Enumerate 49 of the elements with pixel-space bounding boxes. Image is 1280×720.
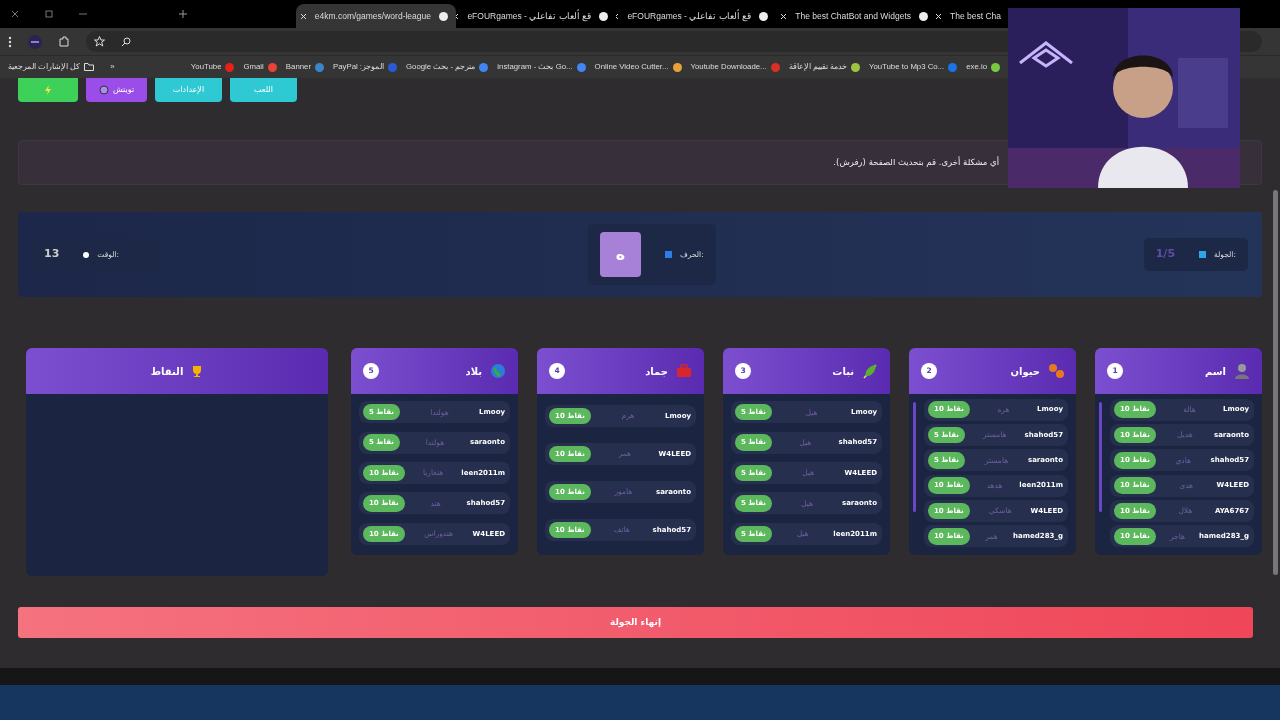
site-icon xyxy=(439,11,448,21)
scrollbar[interactable] xyxy=(1273,190,1278,575)
circle-icon xyxy=(98,85,109,95)
site-icon xyxy=(948,62,958,72)
dot-icon xyxy=(83,251,90,258)
site-icon xyxy=(770,62,780,72)
round-icon xyxy=(1199,251,1207,258)
toolbox-icon xyxy=(676,363,692,379)
browser-tab[interactable]: e4km.com/games/word-league xyxy=(296,4,456,28)
letter-icon xyxy=(665,251,673,258)
site-icon xyxy=(991,62,1000,72)
site-icon xyxy=(315,62,324,72)
notice-text: أي مشكلة أخرى. قم بتحديث الصفحة (رفرش). xyxy=(833,156,999,169)
top-button[interactable]: تويتش xyxy=(86,78,147,102)
browser-tab[interactable]: eFOURgames - قع ألعاب تفاعلي xyxy=(616,4,776,28)
site-icon xyxy=(599,11,608,21)
globe-icon xyxy=(490,363,506,379)
menu-icon[interactable] xyxy=(8,35,12,48)
restore-icon[interactable] xyxy=(44,9,54,19)
star-icon[interactable] xyxy=(94,36,105,47)
lightning-icon xyxy=(44,85,52,95)
scrollbar[interactable] xyxy=(913,402,916,512)
browser-tab[interactable]: The best ChatBot and Widgets xyxy=(776,4,936,28)
category-title: بلاد xyxy=(464,364,482,379)
person-icon xyxy=(1234,363,1250,379)
trophy-icon xyxy=(191,365,204,377)
site-icon xyxy=(919,11,928,21)
site-icon xyxy=(267,62,277,72)
new-tab-icon[interactable] xyxy=(178,9,188,19)
site-icon xyxy=(672,62,682,72)
browser-tab[interactable]: The best Cha xyxy=(936,4,1001,28)
category-title: جماد xyxy=(644,364,668,379)
site-icon xyxy=(850,62,860,72)
site-icon xyxy=(759,11,768,21)
profile-icon[interactable] xyxy=(28,34,42,49)
site-icon xyxy=(479,62,489,72)
paw-icon xyxy=(1048,363,1064,379)
site-icon xyxy=(388,62,398,72)
scrollbar[interactable] xyxy=(1099,402,1102,512)
site-icon xyxy=(576,62,586,72)
category-title: حيوان xyxy=(1009,364,1040,379)
category-title: اسم xyxy=(1203,364,1226,379)
leaf-icon xyxy=(862,363,878,379)
folder-icon xyxy=(84,63,95,71)
browser-tab[interactable]: eFOURgames - قع ألعاب تفاعلي xyxy=(456,4,616,28)
site-icon xyxy=(225,62,235,72)
zoom-icon[interactable] xyxy=(121,36,131,47)
points-title: النقاط xyxy=(150,364,184,379)
category-title: نبات xyxy=(831,364,854,379)
